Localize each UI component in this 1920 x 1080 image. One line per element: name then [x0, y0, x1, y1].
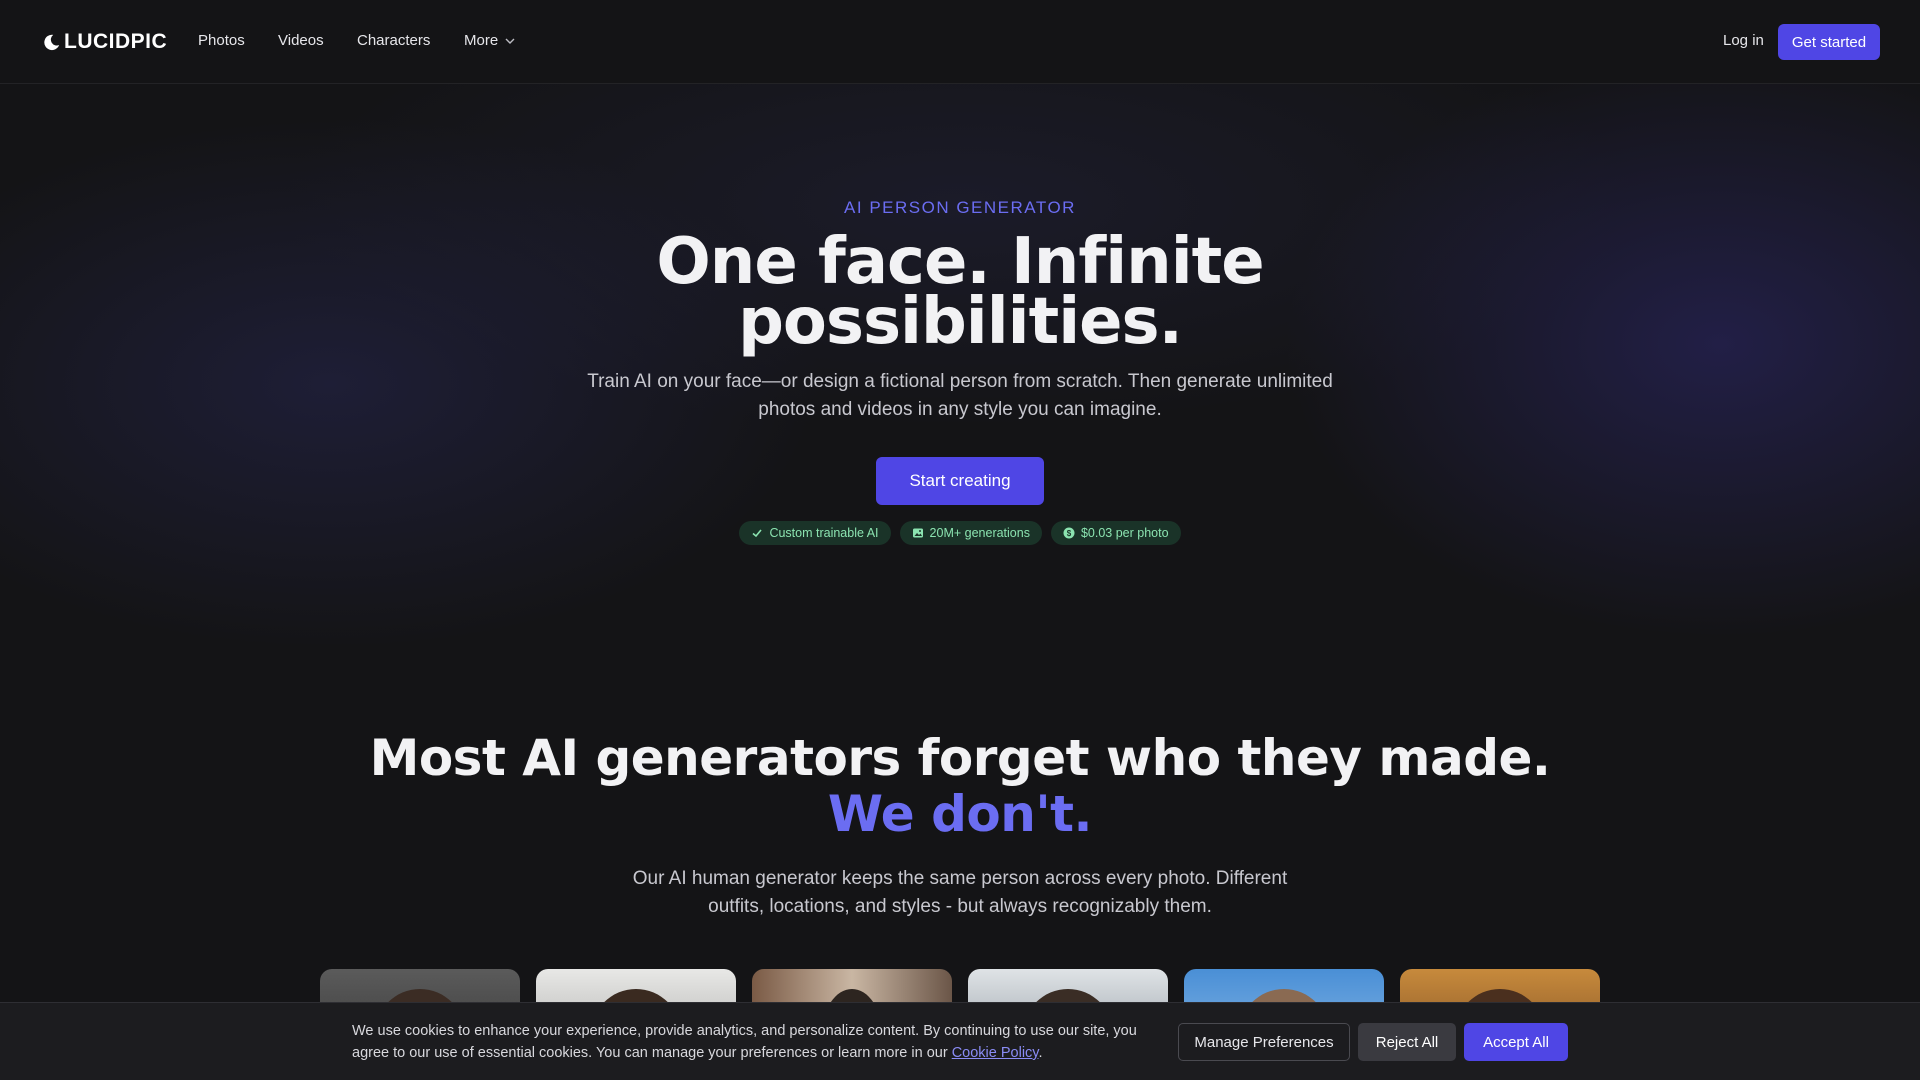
- nav-link-videos[interactable]: Videos: [278, 32, 324, 49]
- image-icon: [912, 528, 923, 538]
- top-nav: LUCIDPIC Photos Videos Characters More L…: [0, 0, 1920, 84]
- svg-text:$: $: [1067, 529, 1072, 538]
- nav-link-characters[interactable]: Characters: [357, 32, 430, 49]
- badge-price: $ $0.03 per photo: [1050, 521, 1181, 545]
- hero-badges: Custom trainable AI 20M+ generations $ $…: [0, 521, 1920, 545]
- logo-moon-icon: [44, 34, 60, 50]
- reject-all-button[interactable]: Reject All: [1358, 1023, 1456, 1061]
- cookie-trailing: .: [1038, 1045, 1043, 1061]
- hero-subtitle: Train AI on your face—or design a fictio…: [587, 371, 1333, 420]
- consistency-title-main: Most AI generators forget who they made.: [369, 729, 1551, 787]
- logo-text: LUCIDPIC: [64, 30, 168, 53]
- consistency-title-accent: We don't.: [827, 785, 1093, 843]
- badge-label: $0.03 per photo: [1080, 526, 1169, 540]
- login-link[interactable]: Log in: [1723, 32, 1764, 49]
- nav-more-dropdown[interactable]: More: [464, 32, 516, 49]
- hero-eyebrow: AI PERSON GENERATOR: [844, 198, 1076, 217]
- cookie-text: We use cookies to enhance your experienc…: [352, 1020, 1162, 1064]
- cookie-banner: We use cookies to enhance your experienc…: [0, 1002, 1920, 1080]
- dollar-icon: $: [1063, 527, 1075, 539]
- nav-link-photos[interactable]: Photos: [198, 32, 245, 49]
- manage-preferences-button[interactable]: Manage Preferences: [1178, 1023, 1350, 1061]
- check-icon: [752, 529, 763, 538]
- badge-label: Custom trainable AI: [769, 526, 879, 540]
- badge-generations: 20M+ generations: [899, 521, 1042, 545]
- badge-custom-ai: Custom trainable AI: [739, 521, 891, 545]
- consistency-title: Most AI generators forget who they made.…: [360, 730, 1560, 842]
- hero-title: One face. Infinite possibilities.: [656, 225, 1264, 359]
- hero-background-glow: [0, 84, 1920, 644]
- consistency-subtitle: Our AI human generator keeps the same pe…: [632, 868, 1288, 917]
- cookie-policy-link[interactable]: Cookie Policy: [952, 1045, 1039, 1061]
- chevron-down-icon: [505, 38, 515, 44]
- badge-label: 20M+ generations: [929, 526, 1030, 540]
- nav-more-label: More: [464, 32, 499, 49]
- get-started-button[interactable]: Get started: [1778, 24, 1880, 60]
- start-creating-button[interactable]: Start creating: [876, 457, 1044, 505]
- logo[interactable]: LUCIDPIC: [43, 30, 167, 54]
- accept-all-button[interactable]: Accept All: [1464, 1023, 1568, 1061]
